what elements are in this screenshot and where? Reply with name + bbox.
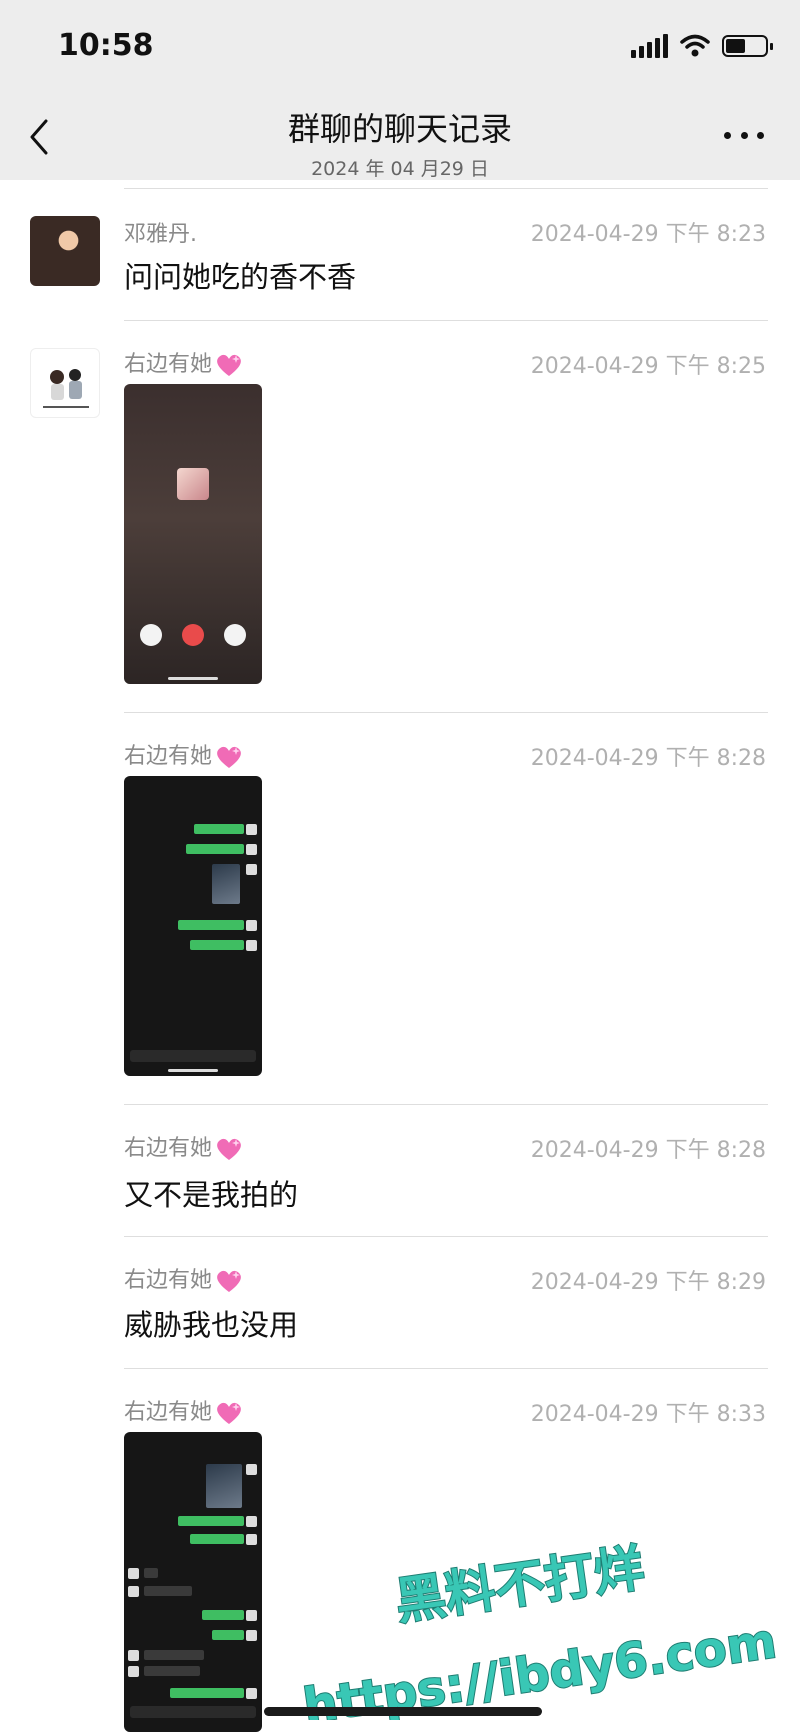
- sender-name: 右边有她: [124, 352, 213, 377]
- more-button[interactable]: [724, 120, 764, 150]
- mini-input: [130, 1706, 256, 1718]
- mini-bubble: [212, 1630, 244, 1640]
- couple-illustration-icon: [43, 369, 89, 408]
- home-indicator: [168, 1069, 218, 1072]
- sparkling-heart-icon: [217, 1138, 241, 1160]
- top-bar: 10:58 群聊的聊天记录 2024 年 04 月29 日: [0, 0, 800, 180]
- mini-bubble: [170, 1688, 244, 1698]
- page-subtitle: 2024 年 04 月29 日: [311, 158, 489, 180]
- sender-name: 右边有她: [124, 1136, 213, 1161]
- wifi-icon: [680, 34, 710, 57]
- mini-avatar: [128, 1650, 139, 1661]
- page-title: 群聊的聊天记录: [287, 110, 512, 148]
- status-icons: [631, 34, 773, 58]
- mini-avatar: [128, 1666, 139, 1677]
- image-message-call-screenshot[interactable]: [124, 384, 262, 684]
- message-text[interactable]: 威胁我也没用: [124, 1302, 298, 1344]
- mini-avatar: [246, 1688, 257, 1699]
- mini-bubble: [190, 940, 244, 950]
- mini-avatar: [246, 1534, 257, 1545]
- sender-name: 右边有她: [124, 1400, 213, 1425]
- message-timestamp: 2024-04-29 下午 8:28: [530, 746, 766, 771]
- sparkling-heart-icon: [217, 746, 241, 768]
- mini-avatar: [246, 1610, 257, 1621]
- mini-image: [206, 1464, 242, 1508]
- mini-avatar: [246, 844, 257, 855]
- avatar[interactable]: [30, 348, 100, 418]
- mini-image: [212, 864, 240, 904]
- mini-avatar: [128, 1586, 139, 1597]
- message-sender: 右边有她: [124, 1130, 244, 1162]
- speaker-icon: [224, 624, 246, 646]
- divider: [124, 1236, 768, 1237]
- divider: [124, 1368, 768, 1369]
- home-indicator: [168, 677, 218, 680]
- mini-bubble: [178, 1516, 244, 1526]
- mini-avatar: [246, 1516, 257, 1527]
- hangup-icon: [182, 624, 204, 646]
- mini-bubble-grey: [144, 1586, 192, 1596]
- sparkling-heart-icon: [217, 1270, 241, 1292]
- watermark-line-1: 黑料不打烊: [392, 1539, 648, 1631]
- more-dot-icon: [757, 131, 764, 139]
- more-dot-icon: [724, 131, 731, 139]
- more-dot-icon: [740, 131, 748, 139]
- signal-icon: [631, 34, 668, 58]
- message-text[interactable]: 问问她吃的香不香: [124, 254, 356, 296]
- sparkling-heart-icon: [217, 354, 241, 376]
- mini-bubble: [186, 844, 244, 854]
- mini-avatar: [246, 920, 257, 931]
- battery-icon: [722, 35, 773, 57]
- mini-avatar: [246, 940, 257, 951]
- mini-bubble-grey: [144, 1666, 200, 1676]
- message-sender: 右边有她: [124, 1394, 244, 1426]
- divider: [124, 1104, 768, 1105]
- sender-name: 右边有她: [124, 744, 213, 769]
- divider: [124, 712, 768, 713]
- watermark-line-2: https://ibdy6.com: [300, 1613, 780, 1720]
- avatar[interactable]: [30, 216, 100, 286]
- sparkling-heart-icon: [217, 1402, 241, 1424]
- message-timestamp: 2024-04-29 下午 8:33: [530, 1402, 766, 1427]
- image-message-chat-screenshot[interactable]: [124, 1432, 262, 1732]
- home-indicator-bar[interactable]: [264, 1707, 542, 1716]
- mute-icon: [140, 624, 162, 646]
- nav-title-block: 群聊的聊天记录 2024 年 04 月29 日: [0, 104, 800, 181]
- status-time: 10:58: [58, 28, 154, 63]
- message-timestamp: 2024-04-29 下午 8:28: [530, 1138, 766, 1163]
- mini-avatar: [128, 1568, 139, 1579]
- message-timestamp: 2024-04-29 下午 8:29: [530, 1270, 766, 1295]
- mini-bubble: [194, 824, 244, 834]
- mini-bubble-grey: [144, 1568, 158, 1578]
- mini-avatar: [246, 824, 257, 835]
- message-sender: 右边有她: [124, 738, 244, 770]
- message-timestamp: 2024-04-29 下午 8:25: [530, 354, 766, 379]
- divider: [124, 320, 768, 321]
- message-sender: 右边有她: [124, 1262, 244, 1294]
- mini-avatar: [246, 1464, 257, 1475]
- mini-bubble: [178, 920, 244, 930]
- message-sender: 邓雅丹.: [124, 222, 197, 247]
- mini-bubble: [190, 1534, 244, 1544]
- message-text[interactable]: 又不是我拍的: [124, 1172, 298, 1214]
- mini-bubble-grey: [144, 1650, 204, 1660]
- mini-avatar: [246, 864, 257, 875]
- mini-input: [130, 1050, 256, 1062]
- message-sender: 右边有她: [124, 346, 244, 378]
- watermark: 黑料不打烊 https://ibdy6.com: [299, 1538, 781, 1720]
- mini-avatar: [246, 1630, 257, 1641]
- call-avatar: [177, 468, 209, 500]
- message-timestamp: 2024-04-29 下午 8:23: [530, 222, 766, 247]
- divider: [124, 188, 768, 189]
- sender-name: 右边有她: [124, 1268, 213, 1293]
- image-message-chat-screenshot[interactable]: [124, 776, 262, 1076]
- mini-bubble: [202, 1610, 244, 1620]
